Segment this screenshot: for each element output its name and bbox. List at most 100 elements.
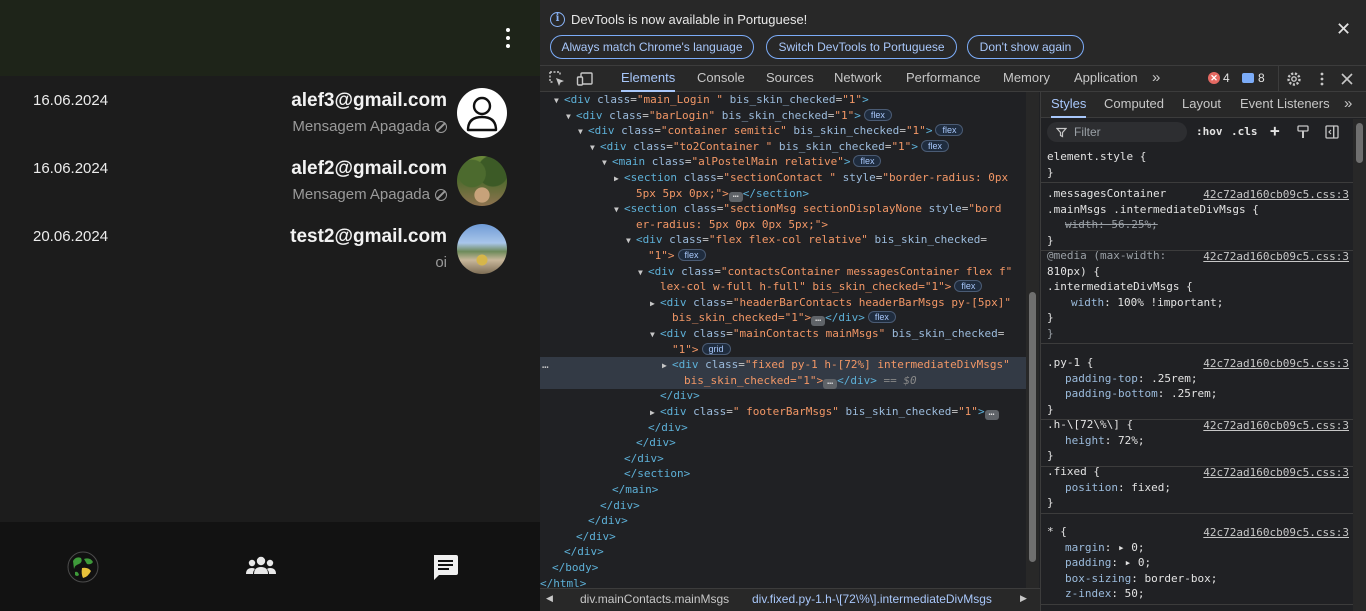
tab-network[interactable]: Network: [834, 66, 882, 92]
css-rule[interactable]: element.style {}: [1041, 147, 1353, 183]
dom-node[interactable]: 5px 5px 0px;">… </section>: [540, 186, 1026, 202]
error-counter[interactable]: ✕ 4: [1208, 71, 1230, 85]
styles-scrollbar[interactable]: [1353, 119, 1366, 611]
dom-node[interactable]: "1"> flex: [540, 248, 1026, 264]
dom-node[interactable]: ▶ <div class="headerBarContacts headerBar…: [540, 295, 1026, 311]
message-counter[interactable]: 8: [1242, 71, 1265, 85]
switch-to-portuguese-button[interactable]: Switch DevTools to Portuguese: [766, 35, 957, 59]
dom-node[interactable]: ▼ <div class="flex flex-col relative" bis…: [540, 232, 1026, 248]
dom-node-selected[interactable]: bis_skin_checked="1">… </div> == $0: [540, 372, 1026, 389]
css-declaration[interactable]: box-sizing: border-box;: [1047, 571, 1353, 587]
dom-node[interactable]: </section>: [540, 466, 1026, 482]
styles-scrollbar-thumb[interactable]: [1356, 123, 1363, 163]
dom-node[interactable]: ▼ <div class="mainContacts mainMsgs" bis_…: [540, 326, 1026, 342]
tab-memory[interactable]: Memory: [1003, 66, 1050, 92]
dom-node[interactable]: lex-col w-full h-full" bis_skin_checked=…: [540, 279, 1026, 295]
css-rule[interactable]: 42c72ad160cb09c5.css:3 .fixed {position: …: [1041, 462, 1353, 514]
dom-node[interactable]: </div>: [540, 544, 1026, 560]
breadcrumb-item-active[interactable]: div.fixed.py-1.h-\[72\%\].intermediateDi…: [752, 592, 992, 606]
css-source-link[interactable]: 42c72ad160cb09c5.css:3: [1203, 466, 1349, 479]
tab-layout[interactable]: Layout: [1182, 92, 1221, 118]
dom-node[interactable]: ▼ <section class="sectionMsg sectionDispl…: [540, 201, 1026, 217]
css-rule[interactable]: 42c72ad160cb09c5.css:3 * {margin: ▸ 0; pad…: [1041, 522, 1353, 605]
kebab-menu-icon[interactable]: [1313, 70, 1331, 88]
dom-node[interactable]: </div>: [540, 498, 1026, 514]
dom-node[interactable]: </div>: [540, 513, 1026, 529]
tab-elements[interactable]: Elements: [621, 66, 676, 92]
css-source-link[interactable]: 42c72ad160cb09c5.css:3: [1203, 419, 1349, 432]
close-devtools-icon[interactable]: [1338, 70, 1356, 88]
group-icon[interactable]: [244, 550, 278, 584]
new-rule-icon[interactable]: +: [1270, 121, 1280, 140]
css-declaration[interactable]: padding-top: .25rem;: [1047, 371, 1353, 387]
css-declaration[interactable]: padding: ▸ 0;: [1047, 555, 1353, 571]
dom-node[interactable]: </div>: [540, 420, 1026, 436]
chat-icon[interactable]: [428, 550, 462, 584]
sidebar-toggle-icon[interactable]: [1325, 125, 1339, 142]
more-options-icon[interactable]: [498, 26, 518, 50]
css-declaration[interactable]: padding-bottom: .25rem;: [1047, 386, 1353, 402]
more-tabs-icon[interactable]: »: [1344, 92, 1352, 118]
tab-performance[interactable]: Performance: [906, 66, 980, 92]
dom-node[interactable]: </div>: [540, 451, 1026, 467]
dom-scrollbar[interactable]: [1026, 92, 1039, 588]
css-source-link[interactable]: 42c72ad160cb09c5.css:3: [1203, 526, 1349, 539]
dom-node[interactable]: </div>: [540, 388, 1026, 404]
breadcrumb-right-icon[interactable]: ▶: [1020, 593, 1027, 604]
dom-node[interactable]: ▼ <div class="contactsContainer messagesC…: [540, 264, 1026, 280]
css-declaration[interactable]: z-index: 50;: [1047, 586, 1353, 602]
tab-event-listeners[interactable]: Event Listeners: [1240, 92, 1330, 118]
css-source-link[interactable]: 42c72ad160cb09c5.css:3: [1203, 357, 1349, 370]
paint-icon[interactable]: [1297, 125, 1309, 142]
breadcrumb-left-icon[interactable]: ◀: [546, 593, 560, 607]
dom-scrollbar-thumb[interactable]: [1029, 292, 1036, 562]
tab-sources[interactable]: Sources: [766, 66, 814, 92]
css-declaration[interactable]: position: fixed;: [1047, 480, 1353, 496]
css-rule[interactable]: 42c72ad160cb09c5.css:3 .messagesContainer…: [1041, 184, 1353, 251]
css-source-link[interactable]: 42c72ad160cb09c5.css:3: [1203, 188, 1349, 201]
dom-node-selected[interactable]: ▶ <div class="fixed py-1 h-[72%] intermed…: [540, 357, 1026, 374]
breadcrumb-item[interactable]: div.mainContacts.mainMsgs: [580, 592, 729, 606]
dom-node[interactable]: ▼ <main class="alPostelMain relative"> fle…: [540, 154, 1026, 170]
css-declaration[interactable]: height: 72%;: [1047, 433, 1353, 449]
tab-computed[interactable]: Computed: [1104, 92, 1164, 118]
css-declaration[interactable]: width: 100% !important;: [1047, 295, 1353, 311]
hover-state-toggle[interactable]: :hov: [1196, 125, 1223, 138]
dom-node[interactable]: "1"> grid: [540, 342, 1026, 358]
dom-node[interactable]: ▼ <div class="barLogin" bis_skin_checked=…: [540, 108, 1026, 124]
css-declaration[interactable]: margin: ▸ 0;: [1047, 540, 1353, 556]
dont-show-again-button[interactable]: Don't show again: [967, 35, 1084, 59]
tab-application[interactable]: Application: [1074, 66, 1138, 92]
styles-filter-input[interactable]: Filter: [1047, 122, 1187, 142]
css-rule[interactable]: 42c72ad160cb09c5.css:3 .py-1 {padding-top…: [1041, 353, 1353, 420]
css-rule[interactable]: 42c72ad160cb09c5.css:3 @media (max-width:…: [1041, 246, 1353, 344]
dom-node[interactable]: </div>: [540, 435, 1026, 451]
device-toolbar-icon[interactable]: [576, 70, 594, 88]
contact-item[interactable]: 16.06.2024 alef3@gmail.com Mensagem Apag…: [0, 80, 540, 148]
dom-node[interactable]: </html>: [540, 576, 1026, 588]
tab-console[interactable]: Console: [697, 66, 745, 92]
dom-node[interactable]: </main>: [540, 482, 1026, 498]
dom-node[interactable]: bis_skin_checked="1">… </div> flex: [540, 310, 1026, 327]
dom-node[interactable]: </body>: [540, 560, 1026, 576]
tab-styles[interactable]: Styles: [1051, 92, 1087, 118]
class-toggle[interactable]: .cls: [1231, 125, 1258, 138]
dom-node[interactable]: ▼ <div class="container semitic" bis_skin…: [540, 123, 1026, 139]
dom-node[interactable]: ▶ <section class="sectionContact " style=…: [540, 170, 1026, 186]
dom-node[interactable]: ▶ <div class=" footerBarMsgs" bis_skin_ch…: [540, 404, 1026, 420]
css-rule[interactable]: 42c72ad160cb09c5.css:3 .h-\[72\%\] {heigh…: [1041, 415, 1353, 467]
css-declaration[interactable]: width: 56.25%;: [1047, 217, 1353, 233]
contact-item[interactable]: 16.06.2024 alef2@gmail.com Mensagem Apag…: [0, 148, 540, 216]
dom-node[interactable]: ▼ <div class="to2Container " bis_skin_che…: [540, 139, 1026, 155]
dom-node[interactable]: </div>: [540, 529, 1026, 545]
gear-icon[interactable]: [1285, 70, 1303, 88]
globe-icon[interactable]: [66, 550, 100, 584]
contact-item[interactable]: 20.06.2024 test2@gmail.com oi: [0, 216, 540, 284]
inspect-element-icon[interactable]: [548, 70, 566, 88]
more-tabs-icon[interactable]: »: [1152, 66, 1160, 92]
dom-node[interactable]: ▼ <div class="main_Login " bis_skin_check…: [540, 92, 1026, 108]
css-source-link[interactable]: 42c72ad160cb09c5.css:3: [1203, 250, 1349, 263]
always-match-language-button[interactable]: Always match Chrome's language: [550, 35, 754, 59]
close-icon[interactable]: ✕: [1336, 20, 1351, 38]
dom-node[interactable]: er-radius: 5px 0px 0px 5px;">: [540, 217, 1026, 233]
